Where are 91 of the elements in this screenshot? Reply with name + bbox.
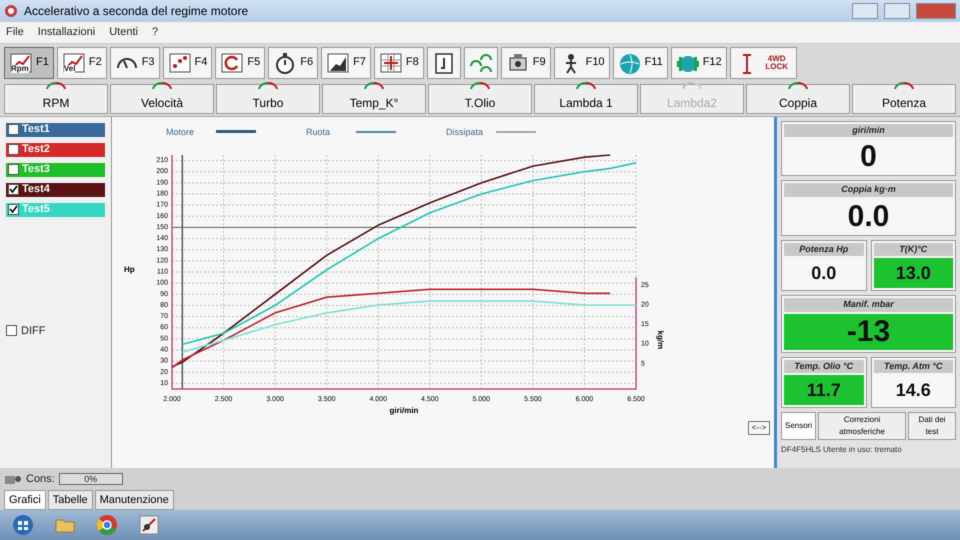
- readout-label: Potenza Hp: [784, 242, 864, 256]
- readout-label: Manif. mbar: [784, 298, 953, 312]
- gauge-icon: [151, 80, 173, 90]
- toolbar-button[interactable]: Vel F2: [56, 46, 107, 78]
- toolbar-button[interactable]: 4WD LOCK: [730, 46, 797, 78]
- readout-value: 13.0: [874, 258, 953, 288]
- toolbar-button[interactable]: F9: [500, 46, 551, 78]
- app-icon: [137, 513, 161, 537]
- checkbox[interactable]: [6, 325, 17, 336]
- gauge-icon: [363, 80, 385, 90]
- readout-value: 0.0: [810, 262, 838, 285]
- legend-item: Dissipata: [446, 126, 484, 136]
- scatter-chart-icon: [168, 52, 192, 74]
- area-chart-icon: [326, 52, 350, 74]
- gauge-tab[interactable]: Velocità: [110, 84, 214, 114]
- readout-label: Temp. Olio °C: [784, 360, 864, 373]
- gauge-tab[interactable]: RPM: [4, 84, 108, 114]
- axis-label: kg/m: [656, 330, 665, 349]
- progress-reading: 0%: [84, 472, 98, 486]
- menu-item[interactable]: ?: [152, 24, 158, 40]
- toolbar-button[interactable]: F11: [612, 46, 668, 78]
- status-text: Utente in uso: tremato: [823, 444, 902, 456]
- checkbox[interactable]: [8, 204, 19, 215]
- legend-item: Motore: [166, 126, 194, 136]
- gauge-tab[interactable]: T.Olio: [428, 84, 532, 114]
- readout-value: 0: [859, 139, 878, 175]
- gauge-icon: [469, 80, 491, 90]
- checkbox[interactable]: [8, 164, 19, 175]
- gauge-icon: [893, 80, 915, 90]
- checkbox[interactable]: [8, 144, 19, 155]
- panel-tab[interactable]: Correzioni atmosferiche: [818, 412, 906, 440]
- gauge-icon: [575, 80, 597, 90]
- checkbox[interactable]: [8, 124, 19, 135]
- toolbar-button[interactable]: F6: [268, 46, 318, 78]
- readout-value: -13: [784, 314, 953, 350]
- toolbar-button[interactable]: F12: [670, 46, 727, 78]
- line-chart-icon: [62, 52, 86, 74]
- line-chart-icon: [9, 52, 33, 74]
- axis-label: Hp: [124, 264, 135, 274]
- menu-item[interactable]: Installazioni: [38, 24, 96, 40]
- scroll-button[interactable]: <-->: [748, 420, 770, 434]
- readout-value: 11.7: [784, 375, 864, 405]
- panel-tab[interactable]: Dati dei test: [908, 412, 956, 440]
- readout-label: T(K)°C: [874, 242, 953, 256]
- tab[interactable]: Grafici: [4, 490, 46, 510]
- toolbar-button[interactable]: [426, 46, 461, 78]
- legend-item: Ruota: [306, 126, 330, 136]
- gauge-tab[interactable]: Turbo: [216, 84, 320, 114]
- gauge-icon: [45, 80, 67, 90]
- checkbox[interactable]: [8, 184, 19, 195]
- start-icon: [11, 513, 35, 537]
- consumption-label: Cons:: [26, 472, 55, 487]
- gauge-tab[interactable]: Coppia: [746, 84, 850, 114]
- gauge-icon: [257, 80, 279, 90]
- maximize-button[interactable]: [884, 3, 910, 19]
- toolbar-button[interactable]: Rpm F1: [4, 46, 54, 78]
- browser-icon: [95, 513, 119, 537]
- minimize-button[interactable]: [852, 3, 878, 19]
- grid-icon: [378, 52, 403, 74]
- gauges-icon: [468, 52, 493, 74]
- toolbar-button[interactable]: F4: [162, 46, 212, 78]
- readout-label: Coppia kg·m: [784, 183, 953, 196]
- readout-label: giri/min: [784, 124, 953, 137]
- fan-icon: [618, 52, 642, 74]
- readout-value: 0.0: [846, 198, 890, 234]
- tab[interactable]: Manutenzione: [94, 490, 174, 510]
- toolbar-button[interactable]: F8: [374, 46, 424, 78]
- gauge-tab[interactable]: Temp_K°: [322, 84, 426, 114]
- gauge-tab[interactable]: Lambda 1: [534, 84, 638, 114]
- gauge-icon: [787, 80, 809, 90]
- lock-label: 4WD LOCK: [764, 54, 789, 70]
- toolbar-button[interactable]: F10: [554, 46, 610, 78]
- gauge-tab[interactable]: Potenza: [852, 84, 956, 114]
- panel-tab[interactable]: Sensori: [781, 412, 816, 440]
- toolbar-button[interactable]: F7: [321, 46, 371, 78]
- app-icon: [4, 4, 18, 18]
- tab[interactable]: Tabelle: [48, 490, 93, 510]
- window-title: Accelerativo a seconda del regime motore: [24, 3, 250, 20]
- axis-label: giri/min: [390, 406, 418, 414]
- test-item[interactable]: Test4: [6, 182, 105, 196]
- toolbar-button[interactable]: F5: [215, 46, 266, 78]
- test-item[interactable]: Test1: [6, 122, 105, 136]
- menu-item[interactable]: File: [6, 24, 24, 40]
- test-item[interactable]: Test2: [6, 142, 105, 156]
- menu-item[interactable]: Utenti: [109, 24, 138, 40]
- status-text: DF4F5HLS: [781, 444, 822, 456]
- readout-value: 14.6: [894, 379, 932, 402]
- readout-label: Temp. Atm °C: [874, 360, 953, 373]
- checkbox-label: DIFF: [21, 324, 46, 338]
- toolbar-button[interactable]: F3: [110, 46, 160, 78]
- pump-icon: [4, 473, 22, 486]
